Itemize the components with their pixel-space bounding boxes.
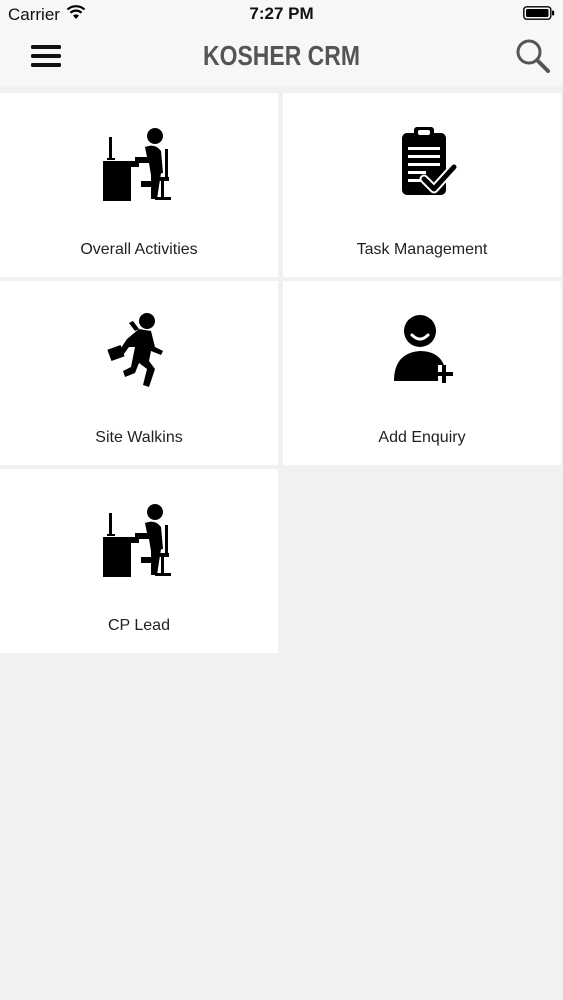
tile-label: Add Enquiry — [378, 429, 466, 446]
person-at-desk-icon — [0, 499, 278, 579]
tile-task-management[interactable]: Task Management — [283, 93, 561, 277]
clipboard-check-icon — [283, 123, 561, 203]
tile-add-enquiry[interactable]: Add Enquiry — [283, 281, 561, 465]
battery-icon — [523, 6, 555, 20]
add-user-icon — [283, 311, 561, 391]
nav-bar: KOSHER CRM — [0, 28, 563, 86]
tile-cp-lead[interactable]: CP Lead — [0, 469, 278, 653]
tile-label: Overall Activities — [80, 241, 198, 258]
status-bar: Carrier 7:27 PM — [0, 0, 563, 28]
tile-label: Site Walkins — [95, 429, 183, 446]
status-time: 7:27 PM — [249, 4, 314, 23]
app-title: KOSHER CRM — [203, 40, 360, 71]
tile-site-walkins[interactable]: Site Walkins — [0, 281, 278, 465]
person-at-desk-icon — [0, 123, 278, 203]
tile-label: CP Lead — [108, 617, 170, 634]
tile-label: Task Management — [356, 241, 488, 258]
search-icon[interactable] — [511, 34, 555, 78]
tile-overall-activities[interactable]: Overall Activities — [0, 93, 278, 277]
running-man-icon — [0, 311, 278, 391]
